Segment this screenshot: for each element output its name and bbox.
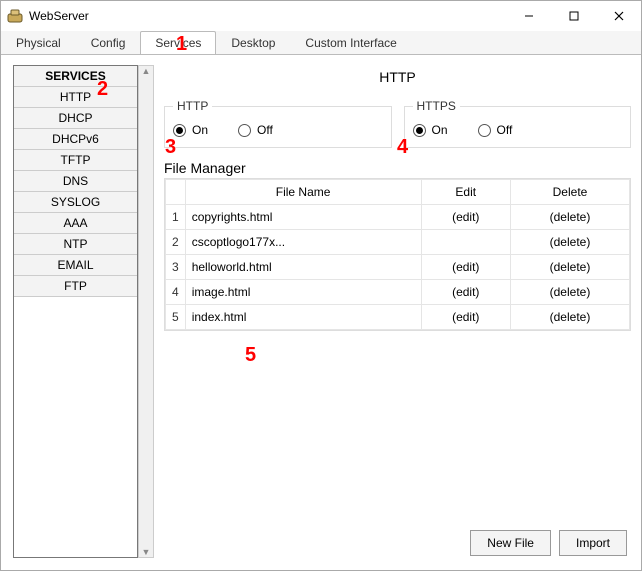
cell-edit-link[interactable]: (edit) xyxy=(421,305,510,330)
titlebar: WebServer xyxy=(1,1,641,31)
sidebar-header: SERVICES xyxy=(14,66,137,87)
col-filename: File Name xyxy=(185,180,421,205)
table-row: 3 helloworld.html (edit) (delete) xyxy=(166,255,630,280)
cell-edit-link[interactable]: (edit) xyxy=(421,280,510,305)
cell-delete-link[interactable]: (delete) xyxy=(510,230,629,255)
import-button[interactable]: Import xyxy=(559,530,627,556)
maximize-button[interactable] xyxy=(551,1,596,31)
cell-edit-link[interactable]: (edit) xyxy=(421,205,510,230)
services-sidebar: SERVICES HTTP DHCP DHCPv6 TFTP DNS SYSLO… xyxy=(13,65,138,558)
cell-filename[interactable]: index.html xyxy=(185,305,421,330)
cell-filename[interactable]: helloworld.html xyxy=(185,255,421,280)
https-on-label: On xyxy=(432,123,448,137)
cell-edit-link[interactable] xyxy=(421,230,510,255)
cell-filename[interactable]: cscoptlogo177x... xyxy=(185,230,421,255)
page-title: HTTP xyxy=(164,69,631,85)
table-row: 5 index.html (edit) (delete) xyxy=(166,305,630,330)
toggle-fieldsets: HTTP On Off HTTPS xyxy=(164,99,631,148)
table-header-row: File Name Edit Delete xyxy=(166,180,630,205)
new-file-button[interactable]: New File xyxy=(470,530,551,556)
http-fieldset: HTTP On Off xyxy=(164,99,392,148)
tab-custom-interface[interactable]: Custom Interface xyxy=(290,31,411,54)
http-radio-row: On Off xyxy=(173,123,383,137)
cell-filename[interactable]: image.html xyxy=(185,280,421,305)
http-legend: HTTP xyxy=(173,99,212,113)
file-table: File Name Edit Delete 1 copyrights.html … xyxy=(165,179,630,330)
sidebar-item-http[interactable]: HTTP xyxy=(14,87,137,108)
app-window: WebServer Physical Config Services Deskt… xyxy=(0,0,642,571)
row-number: 5 xyxy=(166,305,186,330)
sidebar-item-email[interactable]: EMAIL xyxy=(14,255,137,276)
sidebar-item-dhcp[interactable]: DHCP xyxy=(14,108,137,129)
table-row: 4 image.html (edit) (delete) xyxy=(166,280,630,305)
radio-icon xyxy=(238,124,251,137)
tab-config[interactable]: Config xyxy=(76,31,141,54)
radio-icon xyxy=(478,124,491,137)
sidebar-item-tftp[interactable]: TFTP xyxy=(14,150,137,171)
col-rownum xyxy=(166,180,186,205)
main-tabs: Physical Config Services Desktop Custom … xyxy=(1,31,641,55)
file-manager-title: File Manager xyxy=(164,160,631,176)
cell-delete-link[interactable]: (delete) xyxy=(510,205,629,230)
row-number: 4 xyxy=(166,280,186,305)
row-number: 3 xyxy=(166,255,186,280)
http-off-radio[interactable]: Off xyxy=(238,123,273,137)
cell-delete-link[interactable]: (delete) xyxy=(510,255,629,280)
https-off-label: Off xyxy=(497,123,513,137)
row-number: 1 xyxy=(166,205,186,230)
https-on-radio[interactable]: On xyxy=(413,123,448,137)
scroll-up-icon: ▲ xyxy=(142,66,151,76)
row-number: 2 xyxy=(166,230,186,255)
close-button[interactable] xyxy=(596,1,641,31)
cell-filename[interactable]: copyrights.html xyxy=(185,205,421,230)
sidebar-item-dhcpv6[interactable]: DHCPv6 xyxy=(14,129,137,150)
window-title: WebServer xyxy=(29,9,506,23)
https-fieldset: HTTPS On Off xyxy=(404,99,632,148)
sidebar-scrollbar[interactable]: ▲ ▼ xyxy=(138,65,154,558)
sidebar-item-aaa[interactable]: AAA xyxy=(14,213,137,234)
sidebar-item-ftp[interactable]: FTP xyxy=(14,276,137,297)
cell-delete-link[interactable]: (delete) xyxy=(510,280,629,305)
http-on-radio[interactable]: On xyxy=(173,123,208,137)
sidebar-item-dns[interactable]: DNS xyxy=(14,171,137,192)
workarea: SERVICES HTTP DHCP DHCPv6 TFTP DNS SYSLO… xyxy=(1,55,641,570)
http-off-label: Off xyxy=(257,123,273,137)
table-row: 1 copyrights.html (edit) (delete) xyxy=(166,205,630,230)
bottom-bar: New File Import xyxy=(470,530,627,556)
main-panel: HTTP HTTP On Off xyxy=(164,65,631,558)
app-icon xyxy=(7,8,23,24)
file-manager: File Name Edit Delete 1 copyrights.html … xyxy=(164,178,631,331)
sidebar-item-ntp[interactable]: NTP xyxy=(14,234,137,255)
table-row: 2 cscoptlogo177x... (delete) xyxy=(166,230,630,255)
window-controls xyxy=(506,1,641,31)
cell-edit-link[interactable]: (edit) xyxy=(421,255,510,280)
https-legend: HTTPS xyxy=(413,99,460,113)
radio-icon xyxy=(413,124,426,137)
http-on-label: On xyxy=(192,123,208,137)
scroll-down-icon: ▼ xyxy=(142,547,151,557)
sidebar-wrap: SERVICES HTTP DHCP DHCPv6 TFTP DNS SYSLO… xyxy=(13,65,154,558)
tab-desktop[interactable]: Desktop xyxy=(216,31,290,54)
col-edit: Edit xyxy=(421,180,510,205)
sidebar-item-syslog[interactable]: SYSLOG xyxy=(14,192,137,213)
minimize-button[interactable] xyxy=(506,1,551,31)
radio-icon xyxy=(173,124,186,137)
https-off-radio[interactable]: Off xyxy=(478,123,513,137)
cell-delete-link[interactable]: (delete) xyxy=(510,305,629,330)
tab-physical[interactable]: Physical xyxy=(1,31,76,54)
col-delete: Delete xyxy=(510,180,629,205)
https-radio-row: On Off xyxy=(413,123,623,137)
tab-services[interactable]: Services xyxy=(140,31,216,54)
